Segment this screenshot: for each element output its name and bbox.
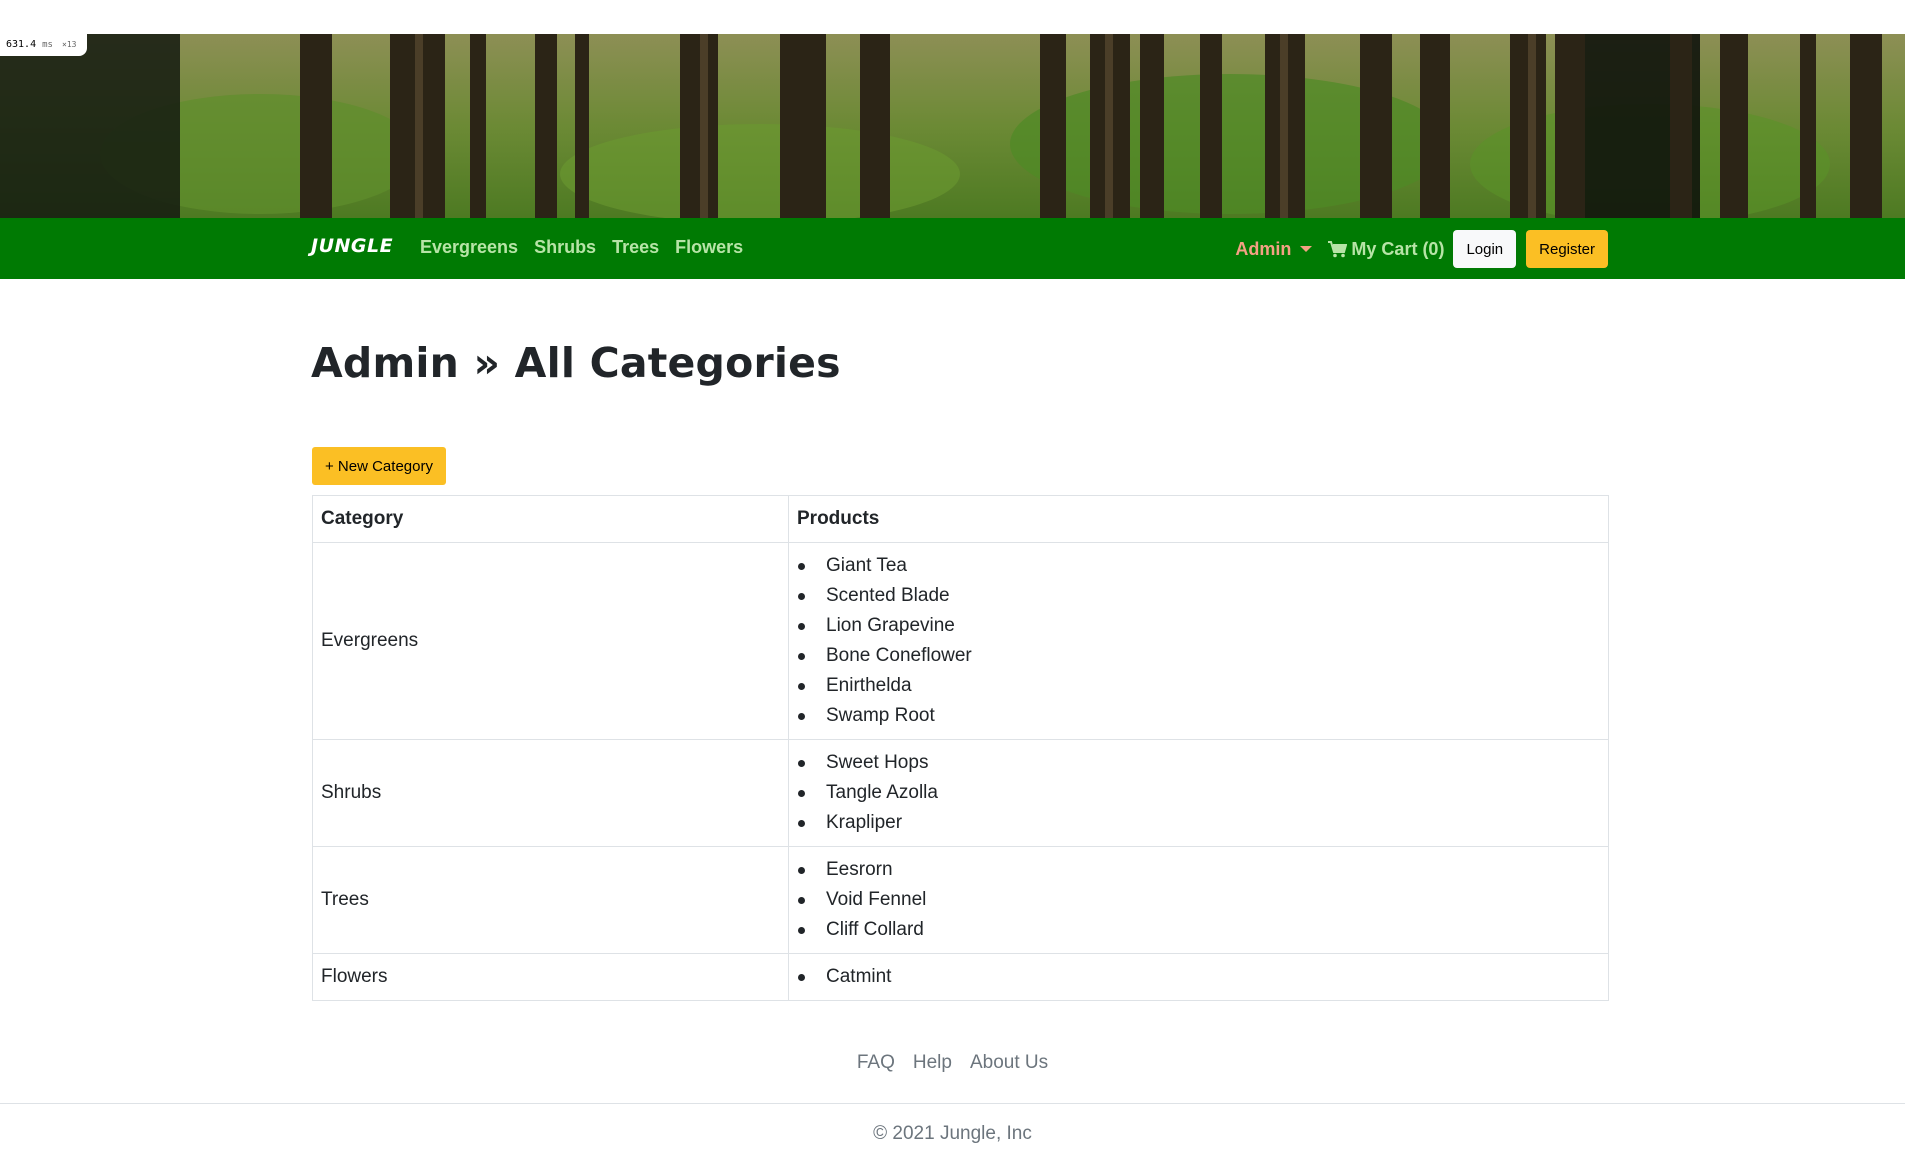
bullet-icon [798, 622, 805, 630]
nav-links: Evergreens Shrubs Trees Flowers [420, 237, 743, 258]
products-cell: Eesrorn Void Fennel Cliff Collard [788, 846, 1609, 954]
bullet-icon [798, 682, 805, 690]
product-name: Swamp Root [826, 705, 935, 726]
list-item: Swamp Root [797, 701, 1600, 731]
bullet-icon [798, 973, 805, 981]
bullet-icon [798, 926, 805, 934]
list-item: Scented Blade [797, 581, 1600, 611]
product-name: Bone Coneflower [826, 645, 972, 666]
products-cell: Giant Tea Scented Blade Lion Grapevine B… [788, 542, 1609, 740]
nav-link-evergreens[interactable]: Evergreens [420, 237, 518, 258]
bullet-icon [798, 562, 805, 570]
product-list: Sweet Hops Tangle Azolla Krapliper [797, 740, 1600, 846]
perf-value: 631.4 [6, 39, 37, 50]
list-item: Krapliper [797, 808, 1600, 838]
bullet-icon [798, 759, 805, 767]
products-cell: Catmint [788, 953, 1609, 1001]
list-item: Enirthelda [797, 671, 1600, 701]
new-category-button[interactable]: + New Category [312, 447, 446, 485]
product-name: Void Fennel [826, 889, 927, 910]
list-item: Cliff Collard [797, 915, 1600, 945]
table-row: Flowers Catmint [312, 953, 1609, 1001]
table-header-row: Category Products [312, 495, 1609, 543]
navbar: JUNGLE Evergreens Shrubs Trees Flowers A… [0, 218, 1905, 279]
copyright: © 2021 Jungle, Inc [873, 1123, 1032, 1144]
product-name: Sweet Hops [826, 752, 929, 773]
product-name: Krapliper [826, 812, 903, 833]
forest-banner [0, 34, 1905, 218]
bullet-icon [798, 712, 805, 720]
footer-link-about-us[interactable]: About Us [970, 1052, 1048, 1074]
list-item: Eesrorn [797, 855, 1600, 885]
forest-banner-image [0, 34, 1905, 218]
table-row: Shrubs Sweet Hops Tangle Azolla Kraplipe… [312, 739, 1609, 847]
bullet-icon [798, 819, 805, 827]
footer-link-faq[interactable]: FAQ [857, 1052, 895, 1074]
bullet-icon [798, 896, 805, 904]
admin-dropdown[interactable]: Admin [1235, 238, 1313, 260]
bullet-icon [798, 592, 805, 600]
table-row: Evergreens Giant Tea Scented Blade Lion … [312, 542, 1609, 740]
footer-divider [0, 1103, 1905, 1104]
product-name: Cliff Collard [826, 919, 924, 940]
column-header-products: Products [788, 495, 1609, 543]
login-button[interactable]: Login [1453, 230, 1517, 268]
table-row: Trees Eesrorn Void Fennel Cliff Collard [312, 846, 1609, 954]
list-item: Lion Grapevine [797, 611, 1600, 641]
register-button[interactable]: Register [1526, 230, 1608, 268]
list-item: Bone Coneflower [797, 641, 1600, 671]
product-list: Eesrorn Void Fennel Cliff Collard [797, 847, 1600, 953]
cart-icon [1328, 240, 1348, 257]
navbar-inner: JUNGLE Evergreens Shrubs Trees Flowers A… [311, 218, 1608, 279]
nav-right: Admin My Cart (0) Login Register [1235, 230, 1608, 268]
product-name: Tangle Azolla [826, 782, 938, 803]
footer-links: FAQ Help About Us [0, 1052, 1905, 1074]
category-cell: Trees [312, 846, 789, 954]
admin-dropdown-label: Admin [1235, 238, 1292, 259]
nav-link-flowers[interactable]: Flowers [675, 237, 743, 258]
list-item: Sweet Hops [797, 748, 1600, 778]
brand-logo[interactable]: JUNGLE [311, 235, 393, 257]
nav-link-shrubs[interactable]: Shrubs [534, 237, 596, 258]
products-cell: Sweet Hops Tangle Azolla Krapliper [788, 739, 1609, 847]
product-name: Catmint [826, 966, 892, 987]
category-cell: Flowers [312, 953, 789, 1001]
column-header-category: Category [312, 495, 789, 543]
bullet-icon [798, 866, 805, 874]
product-name: Lion Grapevine [826, 615, 955, 636]
category-cell: Shrubs [312, 739, 789, 847]
product-list: Giant Tea Scented Blade Lion Grapevine B… [797, 543, 1600, 739]
list-item: Void Fennel [797, 885, 1600, 915]
cart-label: My Cart (0) [1351, 238, 1445, 259]
product-name: Giant Tea [826, 555, 907, 576]
product-list: Catmint [797, 954, 1600, 1000]
list-item: Tangle Azolla [797, 778, 1600, 808]
product-name: Eesrorn [826, 859, 893, 880]
list-item: Catmint [797, 962, 1600, 992]
performance-badge: 631.4 ms ×13 [0, 34, 87, 56]
page-title: Admin » All Categories [311, 339, 841, 387]
categories-table: Category Products Evergreens Giant Tea S… [312, 495, 1609, 1001]
perf-count: ×13 [62, 40, 77, 49]
bullet-icon [798, 652, 805, 660]
cart-link[interactable]: My Cart (0) [1328, 239, 1444, 260]
footer-link-help[interactable]: Help [913, 1052, 952, 1074]
perf-unit: ms [42, 40, 53, 50]
list-item: Giant Tea [797, 551, 1600, 581]
nav-link-trees[interactable]: Trees [612, 237, 659, 258]
category-cell: Evergreens [312, 542, 789, 740]
product-name: Enirthelda [826, 675, 912, 696]
caret-down-icon [1300, 246, 1313, 252]
bullet-icon [798, 789, 805, 797]
product-name: Scented Blade [826, 585, 950, 606]
